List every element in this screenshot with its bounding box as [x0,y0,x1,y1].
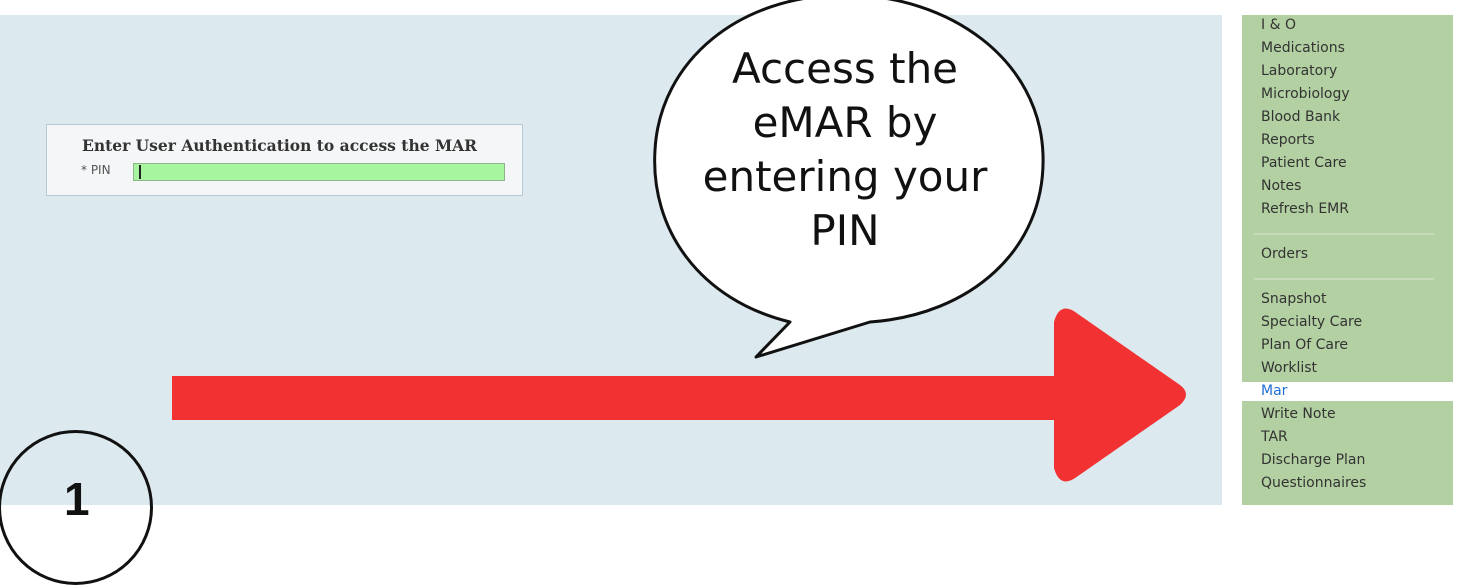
callout-line: entering your [702,152,988,201]
arrow-icon [172,308,1186,482]
callout-line: Access the [731,44,959,93]
callout-line: PIN [810,206,880,255]
callout-text: Access the eMAR by entering your PIN [665,42,1025,258]
callout-line: eMAR by [752,98,938,147]
step-number: 1 [64,473,90,525]
